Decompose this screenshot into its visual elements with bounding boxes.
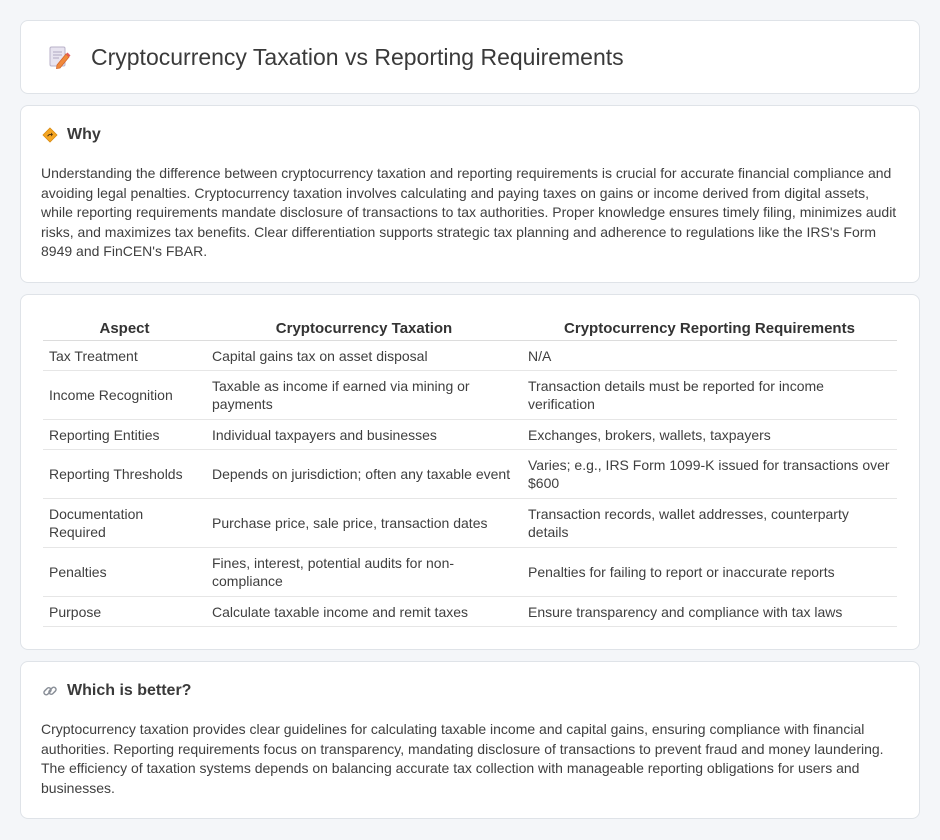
- table-row: Tax Treatment Capital gains tax on asset…: [43, 341, 897, 371]
- table-header-taxation: Cryptocurrency Taxation: [206, 317, 522, 341]
- table-cell-aspect: Penalties: [43, 548, 206, 597]
- table-cell-aspect: Purpose: [43, 597, 206, 627]
- table-cell-reporting: Ensure transparency and compliance with …: [522, 597, 897, 627]
- table-cell-reporting: Transaction records, wallet addresses, c…: [522, 499, 897, 548]
- comparison-table: Aspect Cryptocurrency Taxation Cryptocur…: [43, 317, 897, 627]
- document-pencil-icon: [45, 43, 73, 71]
- table-cell-taxation: Taxable as income if earned via mining o…: [206, 371, 522, 420]
- table-cell-reporting: Penalties for failing to report or inacc…: [522, 548, 897, 597]
- table-cell-taxation: Calculate taxable income and remit taxes: [206, 597, 522, 627]
- table-cell-aspect: Documentation Required: [43, 499, 206, 548]
- table-row: Reporting Thresholds Depends on jurisdic…: [43, 450, 897, 499]
- table-cell-taxation: Fines, interest, potential audits for no…: [206, 548, 522, 597]
- table-header-reporting: Cryptocurrency Reporting Requirements: [522, 317, 897, 341]
- diamond-sign-icon: [41, 126, 59, 144]
- why-text: Understanding the difference between cry…: [41, 165, 897, 259]
- table-cell-taxation: Purchase price, sale price, transaction …: [206, 499, 522, 548]
- link-icon: [41, 682, 59, 700]
- table-cell-reporting: N/A: [522, 341, 897, 371]
- table-row: Reporting Entities Individual taxpayers …: [43, 420, 897, 450]
- table-cell-aspect: Tax Treatment: [43, 341, 206, 371]
- table-cell-aspect: Income Recognition: [43, 371, 206, 420]
- table-cell-reporting: Varies; e.g., IRS Form 1099-K issued for…: [522, 450, 897, 499]
- table-cell-taxation: Individual taxpayers and businesses: [206, 420, 522, 450]
- why-heading-label: Why: [67, 126, 101, 143]
- page: Cryptocurrency Taxation vs Reporting Req…: [0, 0, 940, 819]
- table-cell-reporting: Transaction details must be reported for…: [522, 371, 897, 420]
- better-heading-label: Which is better?: [67, 682, 192, 699]
- table-cell-aspect: Reporting Thresholds: [43, 450, 206, 499]
- which-is-better-section: Which is better? Cryptocurrency taxation…: [20, 661, 920, 819]
- why-section: Why Understanding the difference between…: [20, 105, 920, 283]
- table-row: Documentation Required Purchase price, s…: [43, 499, 897, 548]
- page-title: Cryptocurrency Taxation vs Reporting Req…: [91, 43, 624, 70]
- table-cell-taxation: Capital gains tax on asset disposal: [206, 341, 522, 371]
- table-row: Purpose Calculate taxable income and rem…: [43, 597, 897, 627]
- table-cell-aspect: Reporting Entities: [43, 420, 206, 450]
- comparison-table-card: Aspect Cryptocurrency Taxation Cryptocur…: [20, 294, 920, 650]
- why-heading: Why: [41, 126, 899, 144]
- table-row: Income Recognition Taxable as income if …: [43, 371, 897, 420]
- better-heading: Which is better?: [41, 682, 899, 700]
- table-cell-reporting: Exchanges, brokers, wallets, taxpayers: [522, 420, 897, 450]
- header-card: Cryptocurrency Taxation vs Reporting Req…: [20, 20, 920, 94]
- table-header-aspect: Aspect: [43, 317, 206, 341]
- table-header-row: Aspect Cryptocurrency Taxation Cryptocur…: [43, 317, 897, 341]
- table-cell-taxation: Depends on jurisdiction; often any taxab…: [206, 450, 522, 499]
- better-text: Cryptocurrency taxation provides clear g…: [41, 721, 884, 796]
- table-row: Penalties Fines, interest, potential aud…: [43, 548, 897, 597]
